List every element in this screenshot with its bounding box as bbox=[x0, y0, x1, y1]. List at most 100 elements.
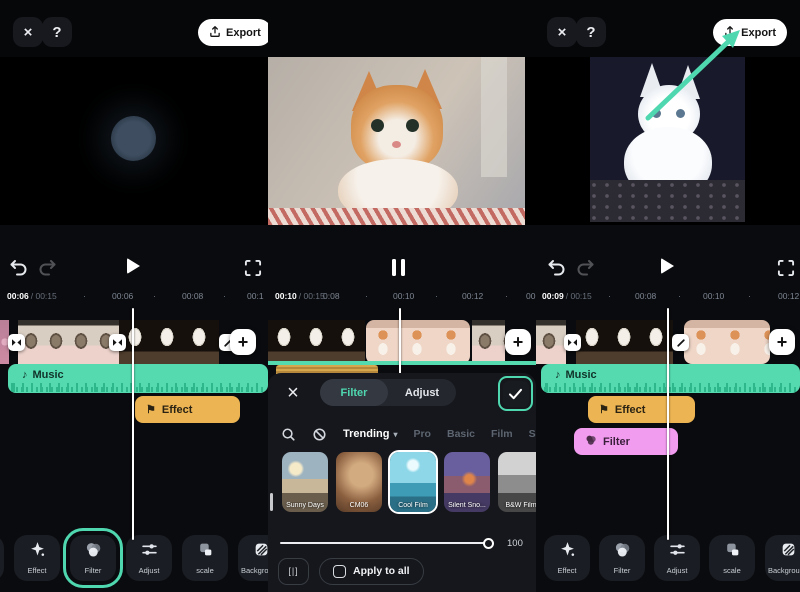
ruler-tick: 00:12 bbox=[778, 291, 799, 301]
filter-thumb-b-w-film[interactable]: B&W Film bbox=[498, 452, 536, 512]
sheet-tabs: FilterAdjust bbox=[320, 379, 456, 406]
ruler-tick: · bbox=[223, 291, 226, 301]
export-button[interactable]: Export bbox=[198, 19, 268, 46]
add-clip-button[interactable]: + bbox=[230, 329, 256, 355]
checkbox-icon bbox=[333, 565, 346, 578]
video-preview-dark-frame bbox=[0, 57, 268, 225]
close-icon[interactable]: × bbox=[13, 17, 43, 47]
toolbar-background-button[interactable]: Background bbox=[238, 535, 268, 581]
playhead[interactable] bbox=[399, 308, 401, 374]
no-filter-icon[interactable] bbox=[312, 427, 327, 442]
video-clip[interactable] bbox=[18, 320, 119, 364]
redo-icon[interactable] bbox=[576, 259, 596, 277]
toolbar-scale-button[interactable]: scale bbox=[182, 535, 228, 581]
playhead[interactable] bbox=[667, 308, 669, 540]
video-track[interactable]: + bbox=[0, 319, 268, 365]
transition-bowtie-icon[interactable] bbox=[8, 334, 25, 351]
undo-icon[interactable] bbox=[546, 259, 566, 277]
play-button[interactable] bbox=[661, 258, 674, 274]
toolbar-effect-button[interactable]: Effect bbox=[544, 535, 590, 581]
effect-track-badge[interactable]: ⚑Effect bbox=[135, 396, 240, 423]
audio-waveform bbox=[544, 383, 797, 392]
filter-thumb-label: CM06 bbox=[336, 502, 382, 509]
chevron-down-icon: ▾ bbox=[393, 430, 397, 439]
ruler-tick: · bbox=[678, 291, 681, 301]
toolbar-effect-button[interactable]: Effect bbox=[14, 535, 60, 581]
tutorial-highlight-confirm bbox=[498, 376, 533, 411]
filter-thumb-label: Silent Sno... bbox=[444, 502, 490, 509]
filter-thumb-silent-sno-[interactable]: Silent Sno... bbox=[444, 452, 490, 512]
fullscreen-icon[interactable] bbox=[777, 259, 795, 277]
filter-thumb-sunny-days[interactable]: Sunny Days bbox=[282, 452, 328, 512]
timeline-ruler: 00:09/ 00:15 ·00:08·00:10·00:12 bbox=[536, 289, 800, 306]
filter-thumb-label: B&W Film bbox=[498, 502, 536, 509]
confirm-button[interactable] bbox=[503, 381, 529, 407]
video-clip[interactable] bbox=[119, 320, 219, 364]
video-clip[interactable] bbox=[576, 320, 673, 364]
transition-slash-icon[interactable] bbox=[672, 334, 689, 351]
white-kitten-preview bbox=[590, 57, 745, 222]
tab-filter[interactable]: Filter bbox=[320, 379, 388, 406]
video-clip[interactable] bbox=[366, 320, 470, 364]
close-icon[interactable]: × bbox=[547, 17, 577, 47]
video-track[interactable]: + bbox=[268, 319, 536, 365]
music-track[interactable]: ♪Music bbox=[541, 364, 800, 393]
category-spring[interactable]: Spring bbox=[529, 428, 536, 440]
upload-icon bbox=[724, 25, 736, 41]
slider-knob[interactable] bbox=[483, 538, 494, 549]
compare-before-after-button[interactable]: [|] bbox=[278, 558, 309, 585]
filter-thumb-cool-film[interactable]: Cool Film bbox=[390, 452, 436, 512]
playhead[interactable] bbox=[132, 308, 134, 540]
category-film[interactable]: Film bbox=[491, 428, 513, 440]
ruler-tick: 00:06 bbox=[112, 291, 133, 301]
adjust-sliders-icon bbox=[141, 541, 158, 563]
video-clip[interactable] bbox=[472, 320, 505, 364]
redo-icon[interactable] bbox=[38, 259, 58, 277]
filter-thumbnails: Sunny Days CM06 Cool Film Silent Sno... B&W … bbox=[282, 452, 536, 516]
filter-thumb-cm06[interactable]: CM06 bbox=[336, 452, 382, 512]
intensity-slider[interactable] bbox=[280, 542, 492, 544]
toolbar-adjust-button[interactable]: Adjust bbox=[654, 535, 700, 581]
undo-icon[interactable] bbox=[8, 259, 28, 277]
effect-track-badge[interactable]: ⚑Effect bbox=[588, 396, 695, 423]
help-icon[interactable]: ? bbox=[576, 17, 606, 47]
music-note-icon: ♪ bbox=[555, 369, 561, 381]
ruler-tick: · bbox=[83, 291, 86, 301]
export-button[interactable]: Export bbox=[713, 19, 787, 46]
add-clip-button[interactable]: + bbox=[769, 329, 795, 355]
video-clip[interactable] bbox=[684, 320, 770, 364]
timeline-ruler: 00:10/ 00:15 0:08 ·00:10·00:12·00: bbox=[268, 289, 536, 306]
player-controls bbox=[268, 256, 536, 290]
video-clip[interactable] bbox=[536, 320, 566, 364]
close-sheet-icon[interactable]: × bbox=[280, 380, 306, 406]
music-track[interactable]: ♪Music bbox=[8, 364, 268, 393]
toolbar-filter-button[interactable]: Filter bbox=[599, 535, 645, 581]
tab-adjust[interactable]: Adjust bbox=[388, 379, 456, 406]
toolbar-filter-button[interactable]: Filter bbox=[70, 535, 116, 581]
fullscreen-icon[interactable] bbox=[244, 259, 262, 277]
background-icon bbox=[780, 541, 797, 563]
ruler-tick: · bbox=[435, 291, 438, 301]
toolbar-background-button[interactable]: Background bbox=[765, 535, 800, 581]
ruler-tick: 00:12 bbox=[462, 291, 483, 301]
filter-sheet: × FilterAdjust Trending▾ Pro Basic Film Spri… bbox=[268, 373, 536, 592]
help-icon[interactable]: ? bbox=[42, 17, 72, 47]
category-basic[interactable]: Basic bbox=[447, 428, 475, 440]
filter-track-badge[interactable]: Filter bbox=[574, 428, 678, 455]
toolbar-scale-button[interactable]: scale bbox=[709, 535, 755, 581]
add-clip-button[interactable]: + bbox=[505, 329, 531, 355]
video-clip[interactable] bbox=[268, 320, 365, 364]
apply-to-all-toggle[interactable]: Apply to all bbox=[319, 558, 424, 585]
background-icon bbox=[253, 541, 269, 563]
toolbar-adjust-button[interactable]: Adjust bbox=[126, 535, 172, 581]
video-editor-tutorial-screens: × ? Export 00:06/ 00:15 ·00:06·00:08·00:… bbox=[0, 0, 800, 592]
pause-button[interactable] bbox=[392, 259, 405, 276]
toolbar-partial-button[interactable] bbox=[0, 535, 4, 581]
transition-bowtie-icon[interactable] bbox=[109, 334, 126, 351]
category-pro[interactable]: Pro bbox=[413, 428, 431, 440]
play-button[interactable] bbox=[127, 258, 140, 274]
category-trending[interactable]: Trending▾ bbox=[343, 428, 397, 440]
effect-flag-icon: ⚑ bbox=[146, 403, 156, 416]
transition-bowtie-icon[interactable] bbox=[564, 334, 581, 351]
search-icon[interactable] bbox=[281, 427, 296, 442]
